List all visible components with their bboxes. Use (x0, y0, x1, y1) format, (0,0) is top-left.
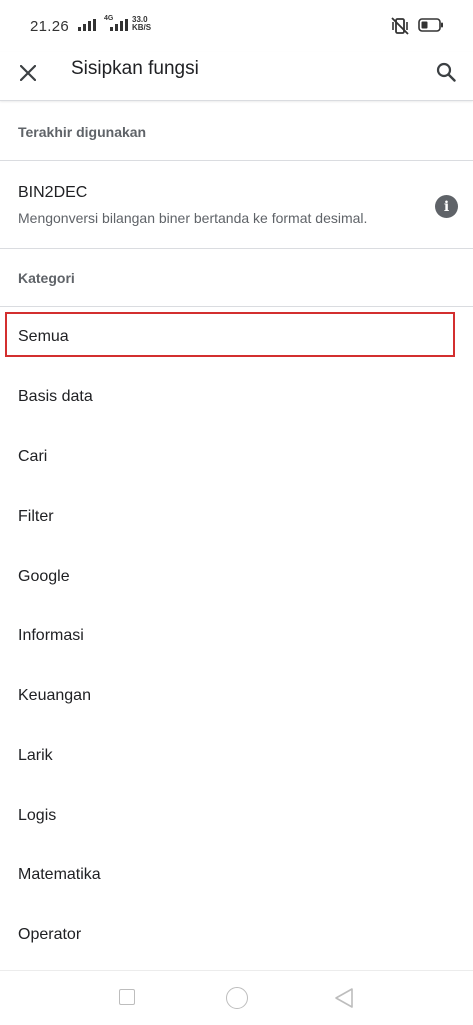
divider (0, 160, 473, 161)
network-speed-unit: KB/S (132, 23, 152, 32)
category-item-cari[interactable]: Cari (0, 428, 473, 488)
status-bar: 21.26 4G 33.0 KB/S (0, 0, 473, 52)
category-label: Matematika (18, 866, 101, 883)
category-label: Keuangan (18, 687, 91, 704)
network-speed: 33.0 KB/S (132, 16, 151, 32)
info-icon[interactable]: i (435, 195, 458, 218)
category-label: Larik (18, 747, 53, 764)
category-item-larik[interactable]: Larik (0, 727, 473, 787)
function-description: Mengonversi bilangan biner bertanda ke f… (18, 210, 368, 226)
category-label: Logis (18, 807, 57, 824)
category-label: Operator (18, 926, 82, 943)
signal-icon (78, 19, 96, 31)
category-item-filter[interactable]: Filter (0, 488, 473, 548)
category-item-matematika[interactable]: Matematika (0, 846, 473, 906)
category-item-keuangan[interactable]: Keuangan (0, 667, 473, 727)
recent-header-label: Terakhir digunakan (18, 124, 147, 140)
app-bar: Sisipkan fungsi (0, 52, 473, 101)
category-item-semua[interactable]: Semua (0, 308, 473, 368)
recent-section-header: Terakhir digunakan (0, 103, 473, 161)
close-icon (20, 65, 36, 81)
home-icon[interactable] (226, 987, 248, 1009)
signal-icon-2 (110, 19, 128, 31)
search-icon (436, 62, 456, 82)
status-time: 21.26 (30, 18, 70, 35)
category-item-informasi[interactable]: Informasi (0, 607, 473, 667)
category-header-label: Kategori (18, 270, 75, 286)
category-label: Cari (18, 448, 48, 465)
category-item-logis[interactable]: Logis (0, 787, 473, 847)
category-label: Semua (18, 328, 69, 345)
recent-function-item[interactable]: BIN2DEC Mengonversi bilangan biner berta… (0, 162, 473, 248)
divider (0, 306, 473, 307)
category-label: Basis data (18, 388, 93, 405)
recent-apps-icon[interactable] (119, 989, 135, 1005)
system-nav-bar (0, 970, 473, 1025)
category-label: Informasi (18, 627, 84, 644)
vibrate-off-icon (391, 17, 409, 35)
close-button[interactable] (14, 59, 42, 87)
page-title: Sisipkan fungsi (71, 58, 199, 79)
category-item-google[interactable]: Google (0, 548, 473, 608)
back-icon[interactable] (334, 987, 354, 1009)
battery-icon (418, 18, 443, 32)
function-name: BIN2DEC (18, 184, 88, 201)
category-item-operator[interactable]: Operator (0, 906, 473, 966)
category-item-basis-data[interactable]: Basis data (0, 368, 473, 428)
category-section-header: Kategori (0, 249, 473, 307)
category-label: Filter (18, 508, 54, 525)
search-button[interactable] (432, 58, 460, 86)
category-label: Google (18, 568, 70, 585)
